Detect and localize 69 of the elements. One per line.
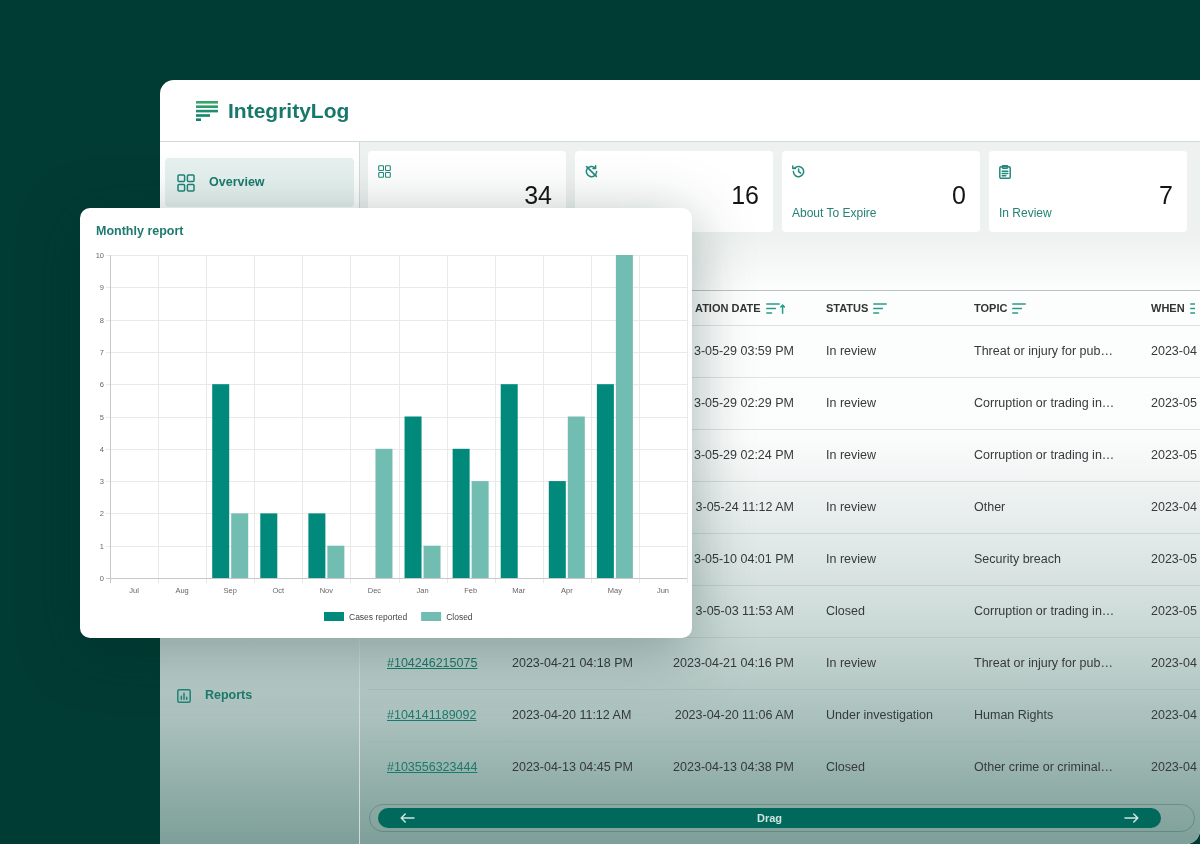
sidebar-item[interactable]: Overview (165, 158, 354, 207)
table-cell: Other crime or criminal… (974, 760, 1113, 775)
stat-label: About To Expire (792, 206, 877, 220)
bar-chart-icon (177, 688, 191, 703)
table-cell: In review (826, 500, 877, 515)
table-cell: In review (826, 448, 877, 463)
arrow-left-icon (400, 813, 415, 823)
table-cell: Closed (826, 604, 865, 619)
table-cell: 3-05-29 02:24 PM (693, 448, 794, 463)
stat-value: 7 (1159, 183, 1173, 207)
filter-lines-icon (1189, 302, 1195, 314)
arrow-right-icon (1124, 813, 1139, 823)
table-cell: Human Rights (974, 708, 1054, 723)
table-cell: 2023-04-13 04:38 PM (673, 760, 794, 775)
legend-label: Closed (446, 611, 473, 622)
table-cell: 2023-04-21 04:16 PM (673, 656, 794, 671)
table-cell: 2023-05 (1151, 396, 1197, 411)
case-id-link[interactable]: #104246215075 (387, 656, 478, 671)
grid-icon (177, 173, 195, 192)
clipboard-icon (999, 165, 1011, 179)
table-cell: Corruption or trading in… (974, 604, 1115, 619)
table-cell: Closed (826, 760, 865, 775)
table-cell: 2023-04 (1151, 344, 1197, 359)
table-cell: Corruption or trading in… (974, 448, 1115, 463)
table-cell: 2023-05 (1151, 448, 1197, 463)
table-cell: 3-05-10 04:01 PM (693, 552, 794, 567)
logo-icon (196, 100, 218, 121)
bar (260, 513, 278, 578)
history-icon (792, 165, 805, 178)
table-cell: 2023-05 (1151, 552, 1197, 567)
table-cell: 2023-04 (1151, 656, 1197, 671)
grid-icon (378, 165, 391, 178)
table-cell: 2023-04-20 11:06 AM (674, 708, 794, 723)
table-cell: 2023-04 (1151, 500, 1197, 515)
table-cell: Corruption or trading in… (974, 396, 1115, 411)
table-cell: In review (826, 552, 877, 567)
table-cell: 3-05-24 11:12 AM (695, 500, 794, 515)
table-cell: 2023-04-20 11:12 AM (512, 708, 632, 723)
chart-title: Monthly report (96, 224, 184, 238)
column-header[interactable]: TOPIC (974, 299, 1027, 317)
table-cell: 2023-05 (1151, 604, 1197, 619)
column-header[interactable]: ATION DATE (695, 299, 785, 317)
table-cell: Threat or injury for pub… (974, 344, 1113, 359)
column-header[interactable]: STATUS (826, 299, 888, 317)
table-cell: Threat or injury for pub… (974, 656, 1113, 671)
stat-value: 16 (731, 183, 759, 207)
sidebar-item[interactable]: Reports (165, 671, 354, 720)
table-cell: 3-05-29 03:59 PM (693, 344, 794, 359)
table-cell: Security breach (974, 552, 1061, 567)
stat-label: In Review (999, 206, 1052, 220)
stat-value: 0 (952, 183, 966, 207)
app-title: IntegrityLog (228, 98, 350, 123)
table-cell: In review (826, 656, 877, 671)
table-cell: Under investigation (826, 708, 933, 723)
table-cell: In review (826, 396, 877, 411)
table-cell: 2023-04 (1151, 708, 1197, 723)
case-id-link[interactable]: #104141189092 (387, 708, 477, 723)
table-cell: 3-05-03 11:53 AM (695, 604, 794, 619)
crossed-refresh-icon (585, 165, 598, 178)
table-cell: In review (826, 344, 877, 359)
table-cell: 2023-04-13 04:45 PM (512, 760, 633, 775)
legend-label: Cases reported (349, 611, 408, 622)
column-header[interactable]: WHEN (1151, 299, 1195, 317)
stat-value: 34 (524, 183, 552, 207)
table-cell: Other (974, 500, 1006, 515)
table-cell: 3-05-29 02:29 PM (693, 396, 794, 411)
table-cell: 2023-04-21 04:18 PM (512, 656, 633, 671)
drag-handle[interactable]: Drag (378, 808, 1161, 828)
table-cell: 2023-04 (1151, 760, 1197, 775)
